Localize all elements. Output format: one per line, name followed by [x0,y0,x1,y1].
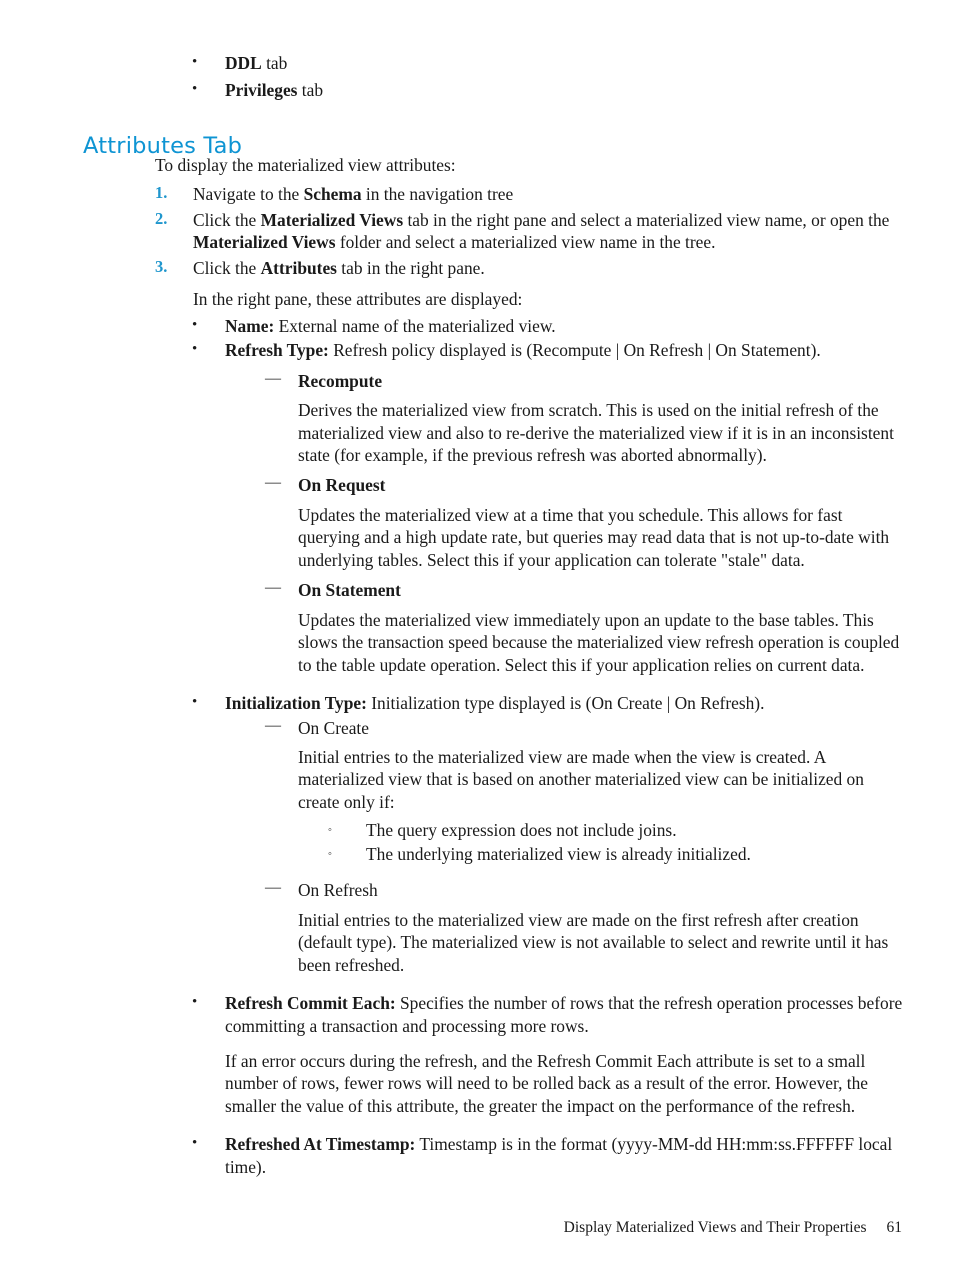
attribute-label: Initialization Type: [225,693,367,714]
numbered-steps: 1. Navigate to the Schema in the navigat… [155,183,903,279]
list-item: • DDL tab [192,52,902,74]
step-item: 2. Click the Materialized Views tab in t… [155,209,903,254]
attribute-desc: Initialization type displayed is (On Cre… [366,693,765,714]
bullet-icon: • [192,1135,198,1152]
circle-bullet-icon: ◦ [328,824,332,837]
dash-icon: — [265,879,281,897]
list-item-text: DDL tab [225,52,902,74]
attribute-paragraph: If an error occurs during the refresh, a… [225,1050,869,1116]
bullet-icon: • [192,341,198,358]
sub-item-recompute: — Recompute Derives the materialized vie… [225,370,903,467]
attribute-refresh-commit-each: • Refresh Commit Each: Specifies the num… [192,992,903,1117]
step-number: 2. [155,208,168,228]
bullet-icon: • [192,81,198,98]
list-item-rest: tab [297,80,324,101]
sub-item-paragraph: Initial entries to the materialized view… [298,909,889,975]
step-post: in the navigation tree [361,184,514,205]
step-bold-2: Materialized Views [193,232,336,253]
bullet-icon: • [192,316,198,333]
footer-title: Display Materialized Views and Their Pro… [563,1219,867,1236]
dash-icon: — [265,369,281,387]
step-pre: Click the [193,257,261,278]
sub-item-on-statement: — On Statement Updates the materialized … [225,579,903,676]
attributes-list: • Name: External name of the materialize… [155,315,903,1179]
sub-intro-text: In the right pane, these attributes are … [193,289,523,310]
attribute-label: Refresh Type: [225,340,329,361]
step-pre: Navigate to the [193,184,304,205]
sub-item-paragraph: Derives the materialized view from scrat… [298,400,894,465]
content-body: To display the materialized view attribu… [155,154,903,1180]
sub-bullet-item: ◦ The query expression does not include … [328,819,903,841]
attribute-text: Initialization Type: Initialization type… [225,692,903,714]
step-post: tab in the right pane. [336,257,485,278]
step-number: 1. [155,183,168,203]
step-bold: Attributes [260,257,337,278]
sub-bullet-text: The query expression does not include jo… [366,820,677,841]
attribute-initialization-type: • Initialization Type: Initialization ty… [192,692,903,976]
step-number: 3. [155,256,168,276]
step-pre: Click the [193,209,261,230]
sub-item-heading: On Refresh [298,880,378,901]
bullet-icon: • [192,54,198,70]
attribute-label: Name: [225,315,275,336]
step-bold: Schema [303,184,362,205]
list-item-rest: tab [261,53,288,73]
step-item: 3. Click the Attributes tab in the right… [155,257,903,279]
step-post: tab in the right pane and select a mater… [403,209,890,230]
top-bullet-list: • DDL tab • Privileges tab [192,52,902,107]
sub-item-heading: Recompute [298,370,383,391]
sub-item-paragraph: Updates the materialized view at a time … [298,504,890,570]
attribute-label: Refreshed At Timestamp: [225,1134,416,1155]
dash-icon: — [265,474,281,492]
attribute-name: • Name: External name of the materialize… [192,315,903,337]
attribute-label: Refresh Commit Each: [225,993,396,1014]
sub-item-heading: On Request [298,475,386,496]
sub-bullet-list: ◦ The query expression does not include … [298,819,903,865]
circle-bullet-icon: ◦ [328,847,332,860]
step-text: Click the Attributes tab in the right pa… [193,257,903,279]
attribute-text: Refresh Type: Refresh policy displayed i… [225,339,903,361]
attribute-desc: Refresh policy displayed is (Recompute |… [328,340,821,361]
sub-item-on-refresh: — On Refresh Initial entries to the mate… [225,879,903,976]
sub-bullet-text: The underlying materialized view is alre… [366,843,751,864]
dash-icon: — [265,579,281,597]
step-text: Click the Materialized Views tab in the … [193,209,903,254]
document-page: • DDL tab • Privileges tab Attributes Ta… [0,0,954,1271]
dash-icon: — [265,716,281,734]
page-footer: Display Materialized Views and Their Pro… [0,1219,902,1237]
bullet-icon: • [192,994,198,1011]
step-post-2: folder and select a materialized view na… [335,232,716,253]
sub-item-on-request: — On Request Updates the materialized vi… [225,474,903,571]
attribute-refresh-type: • Refresh Type: Refresh policy displayed… [192,339,903,676]
step-text: Navigate to the Schema in the navigation… [193,183,903,205]
attribute-refreshed-at-timestamp: • Refreshed At Timestamp: Timestamp is i… [192,1133,903,1178]
attribute-desc: External name of the materialized view. [274,315,556,336]
intro-text: To display the materialized view attribu… [155,155,456,175]
sub-bullet-item: ◦ The underlying materialized view is al… [328,843,903,865]
list-item-bold: DDL [225,53,262,73]
step-item: 1. Navigate to the Schema in the navigat… [155,183,903,205]
sub-item-heading: On Create [298,717,369,738]
step-bold: Materialized Views [260,209,404,230]
sub-item-heading: On Statement [298,580,401,601]
sub-item-paragraph: Updates the materialized view immediatel… [298,609,900,675]
bullet-icon: • [192,694,198,711]
attribute-text: Refresh Commit Each: Specifies the numbe… [225,992,903,1037]
sub-item-on-create: — On Create Initial entries to the mater… [225,717,903,867]
attribute-text: Name: External name of the materialized … [225,315,903,337]
attribute-text: Refreshed At Timestamp: Timestamp is in … [225,1133,903,1178]
list-item: • Privileges tab [192,79,902,101]
list-item-bold: Privileges [225,80,298,101]
sub-item-paragraph: Initial entries to the materialized view… [298,746,864,812]
footer-page-number: 61 [886,1219,903,1236]
list-item-text: Privileges tab [225,79,902,101]
